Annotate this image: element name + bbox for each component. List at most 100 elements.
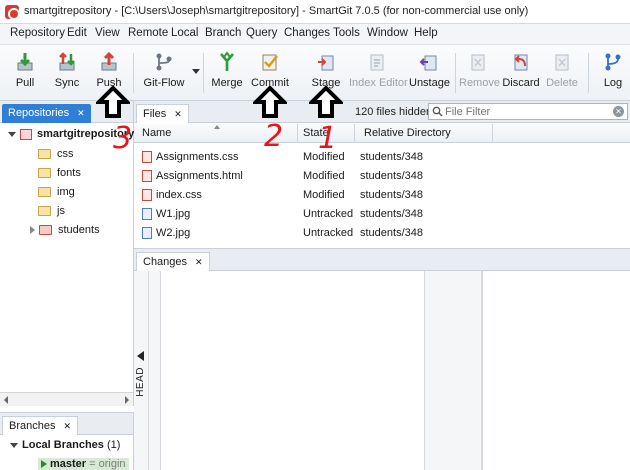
tree-folder-img[interactable]: img: [38, 186, 75, 204]
pull-button[interactable]: Pull: [8, 49, 42, 97]
unstage-button[interactable]: Unstage: [409, 49, 450, 97]
file-name: index.css: [156, 189, 202, 201]
folder-icon: [38, 206, 51, 217]
remove-button[interactable]: Remove: [459, 49, 500, 97]
file-state: Modified: [303, 170, 345, 182]
scroll-left-icon[interactable]: [4, 396, 8, 404]
menu-edit[interactable]: Edit: [67, 27, 87, 39]
hidden-files-count[interactable]: 120 files hidden: [355, 106, 432, 118]
menu-tools[interactable]: Tools: [333, 27, 360, 39]
menu-bar: Repository Edit View Remote Local Branch…: [0, 24, 630, 45]
folder-icon: [38, 168, 51, 179]
collapse-arrow-icon[interactable]: [30, 226, 35, 235]
folder-icon: [38, 187, 51, 198]
tab-repositories-label: Repositories: [8, 107, 70, 119]
gitflow-icon: [156, 53, 172, 71]
tab-changes-label: Changes: [143, 256, 188, 268]
text-file-icon: [142, 170, 152, 182]
merge-button[interactable]: Merge: [208, 49, 246, 97]
file-row[interactable]: W2.jpg Untracked students/348: [134, 224, 630, 243]
log-button[interactable]: Log: [598, 49, 628, 97]
file-row[interactable]: W1.jpg Untracked students/348: [134, 205, 630, 224]
menu-window[interactable]: Window: [367, 27, 408, 39]
scroll-right-icon[interactable]: [125, 396, 129, 404]
tab-repositories[interactable]: Repositories ✕: [2, 104, 91, 123]
text-file-icon: [142, 189, 152, 201]
discard-button[interactable]: Discard: [502, 49, 540, 97]
annotation-step-1: 1: [318, 121, 338, 156]
column-relative-directory[interactable]: Relative Directory: [364, 127, 451, 139]
annotation-step-2: 2: [264, 119, 284, 154]
close-icon[interactable]: ✕: [63, 421, 71, 431]
center-gutter: [425, 271, 482, 470]
column-divider[interactable]: [492, 124, 493, 143]
changes-tab-strip: Changes ✕: [134, 249, 630, 271]
tab-changes[interactable]: Changes ✕: [136, 252, 210, 271]
tree-folder-js[interactable]: js: [38, 205, 65, 223]
merge-label: Merge: [211, 77, 243, 89]
index-editor-button[interactable]: Index Editor: [349, 49, 408, 97]
changes-panel: Changes ✕ HEAD: [134, 248, 630, 470]
menu-branch[interactable]: Branch: [205, 27, 241, 39]
menu-local[interactable]: Local: [171, 27, 199, 39]
gitflow-dropdown-icon[interactable]: [192, 69, 200, 74]
expand-arrow-icon[interactable]: [10, 442, 18, 448]
sync-button[interactable]: Sync: [50, 49, 84, 97]
index-editor-label: Index Editor: [349, 77, 408, 89]
branch-tracking-label: = origin: [89, 458, 126, 470]
menu-view[interactable]: View: [95, 27, 120, 39]
pull-label: Pull: [15, 77, 35, 89]
file-row[interactable]: index.css Modified students/348: [134, 186, 630, 205]
tree-folder-students[interactable]: students: [30, 224, 100, 242]
branch-master-label: master: [50, 458, 87, 470]
tab-files[interactable]: Files ✕: [136, 104, 189, 123]
left-compare-pane[interactable]: [161, 271, 425, 470]
files-panel: Files ✕ 120 files hidden ✕ Name State Rel…: [134, 101, 630, 244]
delete-button[interactable]: Delete: [544, 49, 580, 97]
menu-repository[interactable]: Repository: [10, 27, 65, 39]
file-row[interactable]: Assignments.css Modified students/348: [134, 148, 630, 167]
column-divider[interactable]: [297, 124, 298, 143]
local-branches-node[interactable]: Local Branches (1): [10, 439, 120, 451]
expand-arrow-icon[interactable]: [8, 131, 16, 137]
column-name[interactable]: Name: [142, 127, 171, 139]
menu-query[interactable]: Query: [246, 27, 277, 39]
toolbar-separator: [588, 53, 589, 93]
file-filter-input[interactable]: [445, 105, 605, 118]
tree-folder-fonts[interactable]: fonts: [38, 167, 81, 185]
head-sidebar: HEAD: [134, 271, 149, 470]
delete-label: Delete: [546, 77, 578, 89]
tab-branches[interactable]: Branches ✕: [2, 416, 79, 435]
gitflow-button[interactable]: Git-Flow: [140, 49, 188, 97]
right-compare-pane[interactable]: [482, 271, 630, 470]
file-filter-field[interactable]: ✕: [428, 103, 628, 120]
branch-master[interactable]: master = origin: [38, 458, 129, 470]
remove-label: Remove: [459, 77, 500, 89]
window-title: smartgitrepository - [C:\Users\Joseph\sm…: [24, 5, 529, 17]
annotation-step-3: 3: [113, 121, 133, 156]
clear-filter-icon[interactable]: ✕: [613, 106, 624, 117]
close-icon[interactable]: ✕: [174, 109, 182, 119]
horizontal-scrollbar[interactable]: [0, 392, 133, 406]
file-directory: students/348: [360, 227, 423, 239]
head-arrow-icon[interactable]: [137, 351, 144, 361]
toolbar-separator: [133, 53, 134, 93]
column-divider[interactable]: [354, 124, 355, 143]
menu-remote[interactable]: Remote: [128, 27, 168, 39]
tab-branches-label: Branches: [9, 420, 56, 432]
menu-help[interactable]: Help: [414, 27, 438, 39]
close-icon[interactable]: ✕: [77, 108, 85, 118]
folder-label: img: [57, 186, 75, 198]
smartgit-app-icon: [5, 5, 20, 20]
branches-panel: Branches ✕ Local Branches (1) master = or…: [0, 412, 134, 470]
tree-folder-css[interactable]: css: [38, 148, 74, 166]
remove-icon: [471, 54, 485, 71]
log-label: Log: [603, 77, 623, 89]
left-gutter: [149, 271, 161, 470]
menu-changes[interactable]: Changes: [284, 27, 330, 39]
file-state: Untracked: [303, 208, 354, 220]
text-file-icon: [142, 151, 152, 163]
up-arrow-annotation-icon: [309, 86, 343, 118]
file-row[interactable]: Assignments.html Modified students/348: [134, 167, 630, 186]
close-icon[interactable]: ✕: [195, 257, 203, 267]
